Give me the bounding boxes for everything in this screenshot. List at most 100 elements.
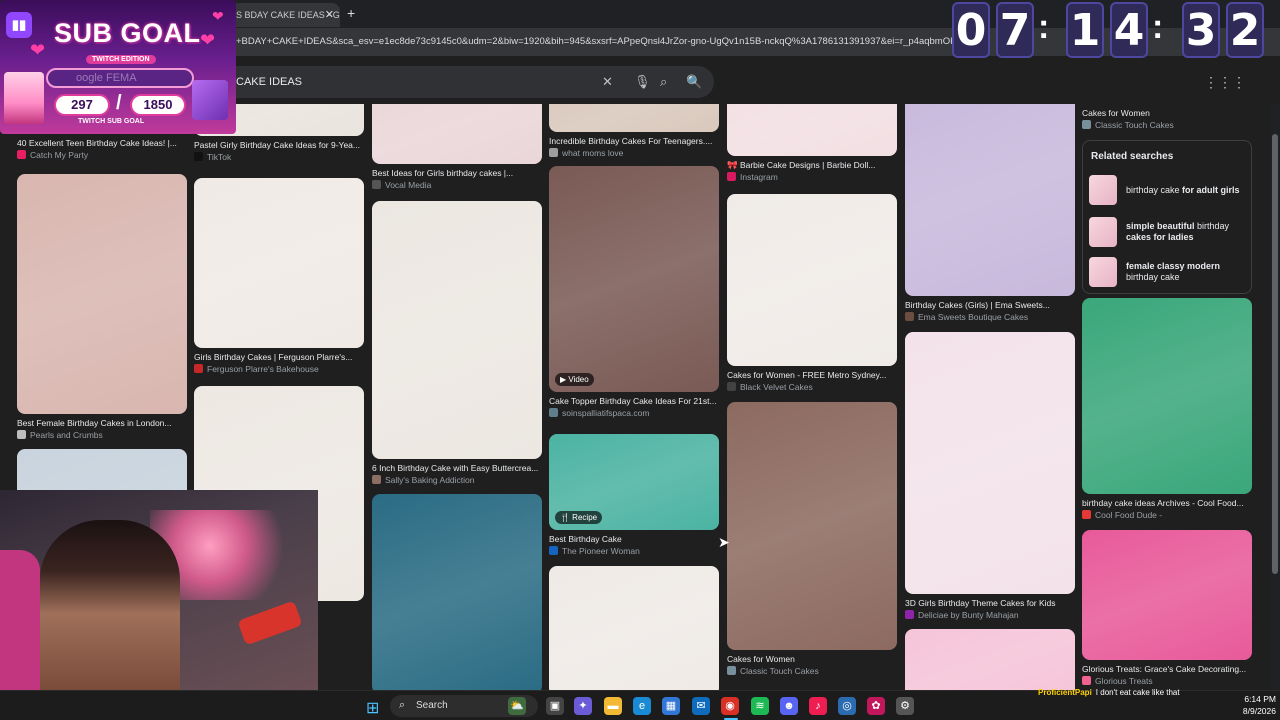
result-source[interactable]: The Pioneer Woman [549, 546, 719, 556]
image-result-card[interactable]: Best Female Birthday Cakes in London... P… [17, 174, 187, 444]
obs-icon[interactable]: ◎ [838, 697, 856, 715]
result-thumbnail[interactable] [372, 104, 542, 164]
result-thumbnail[interactable] [905, 332, 1075, 594]
result-source[interactable]: Sally's Baking Addiction [372, 475, 542, 485]
chrome-icon[interactable]: ◉ [721, 697, 739, 715]
result-source[interactable]: Ferguson Plarre's Bakehouse [194, 364, 364, 374]
result-thumbnail[interactable] [727, 104, 897, 156]
result-source[interactable]: Black Velvet Cakes [727, 382, 897, 392]
result-thumbnail[interactable] [549, 566, 719, 690]
windows-start-icon[interactable]: ⊞ [366, 698, 379, 718]
image-result-card[interactable]: Glorious Treats: Grace's Cake Decorating… [1082, 530, 1252, 690]
image-result-card[interactable]: 🍴 Recipe Best Birthday Cake The Pioneer Wo… [549, 434, 719, 560]
result-thumbnail[interactable]: 🍴 Recipe [549, 434, 719, 530]
system-clock[interactable]: 6:14 PM 8/9/2026 [1228, 693, 1276, 717]
result-thumbnail[interactable] [194, 178, 364, 348]
result-caption[interactable]: Girls Birthday Cakes | Ferguson Plarre's… [194, 352, 364, 362]
result-thumbnail[interactable] [372, 201, 542, 459]
result-source[interactable]: Catch My Party [17, 150, 187, 160]
result-source[interactable]: Pearls and Crumbs [17, 430, 187, 440]
result-source[interactable]: Ema Sweets Boutique Cakes [905, 312, 1075, 322]
result-source[interactable]: soinspalliatifspaca.com [549, 408, 719, 418]
related-search-item[interactable]: birthday cake for adult girls [1089, 175, 1247, 207]
result-thumbnail[interactable] [17, 174, 187, 414]
result-caption[interactable]: birthday cake ideas Archives - Cool Food… [1082, 498, 1252, 508]
related-search-item[interactable]: simple beautiful birthday cakes for ladi… [1089, 217, 1247, 249]
image-result-card[interactable]: Incredible Birthday Cakes For Teenagers.… [549, 104, 719, 162]
image-result-card[interactable] [905, 629, 1075, 690]
result-caption[interactable]: Pastel Girly Birthday Cake Ideas for 9-Y… [194, 140, 364, 150]
result-caption[interactable]: Best Birthday Cake [549, 534, 719, 544]
result-caption[interactable]: Best Female Birthday Cakes in London... [17, 418, 187, 428]
result-thumbnail[interactable]: ▶ Video [549, 166, 719, 392]
outlook-icon[interactable]: ✉ [692, 697, 710, 715]
image-result-card[interactable]: Birthday Cakes (Girls) | Ema Sweets... Em… [905, 104, 1075, 326]
lens-icon[interactable]: ⌕ [660, 74, 667, 90]
discord-icon[interactable]: ☻ [780, 697, 798, 715]
image-result-card[interactable]: birthday cake ideas Archives - Cool Food… [1082, 298, 1252, 524]
image-result-card[interactable]: Cakes for Women Classic Touch Cakes [1082, 104, 1252, 134]
result-thumbnail[interactable] [372, 494, 542, 690]
result-thumbnail[interactable] [1082, 298, 1252, 494]
image-result-card[interactable]: Cakes for Women - FREE Metro Sydney... Bl… [727, 194, 897, 396]
result-thumbnail[interactable] [1082, 530, 1252, 660]
result-thumbnail[interactable] [727, 402, 897, 650]
close-tab-icon[interactable]: ✕ [325, 8, 334, 21]
task-view-icon[interactable]: ▣ [546, 697, 564, 715]
result-source[interactable]: TikTok [194, 152, 364, 162]
image-result-card[interactable] [372, 494, 542, 690]
result-caption[interactable]: Cakes for Women [1082, 108, 1252, 118]
result-source[interactable]: Instagram [727, 172, 897, 182]
file-explorer-icon[interactable]: ▬ [604, 697, 622, 715]
tool-icon[interactable]: ⚙ [896, 697, 914, 715]
result-thumbnail[interactable] [549, 104, 719, 132]
result-thumbnail[interactable] [727, 194, 897, 366]
spotify-icon[interactable]: ≋ [751, 697, 769, 715]
image-result-card[interactable]: Best Ideas for Girls birthday cakes |...… [372, 104, 542, 194]
store-icon[interactable]: ▦ [662, 697, 680, 715]
image-result-card[interactable]: Girls Birthday Cakes | Ferguson Plarre's… [194, 178, 364, 378]
result-caption[interactable]: 6 Inch Birthday Cake with Easy Buttercre… [372, 463, 542, 473]
image-result-card[interactable]: ▶ Video Cake Topper Birthday Cake Ideas F… [549, 166, 719, 422]
result-source[interactable]: Classic Touch Cakes [1082, 120, 1252, 130]
result-caption[interactable]: Glorious Treats: Grace's Cake Decorating… [1082, 664, 1252, 674]
result-source[interactable]: Vocal Media [372, 180, 542, 190]
image-result-card[interactable]: 3D Girls Birthday Theme Cakes for Kids De… [905, 332, 1075, 624]
result-source[interactable]: Deliciae by Bunty Mahajan [905, 610, 1075, 620]
result-thumbnail[interactable] [905, 629, 1075, 690]
result-caption[interactable]: 40 Excellent Teen Birthday Cake Ideas! |… [17, 138, 187, 148]
image-result-card[interactable] [549, 566, 719, 690]
edge-icon[interactable]: e [633, 697, 651, 715]
clear-search-icon[interactable]: ✕ [602, 74, 613, 90]
image-result-card[interactable]: 🎀 Barbie Cake Designs | Barbie Doll... In… [727, 104, 897, 186]
result-caption[interactable]: 🎀 Barbie Cake Designs | Barbie Doll... [727, 160, 897, 171]
browser-tab[interactable]: S BDAY CAKE IDEAS - G ✕ [230, 3, 340, 27]
image-result-card[interactable]: 6 Inch Birthday Cake with Easy Buttercre… [372, 201, 542, 489]
result-caption[interactable]: Birthday Cakes (Girls) | Ema Sweets... [905, 300, 1075, 310]
related-search-item[interactable]: female classy modern birthday cake [1089, 257, 1247, 289]
result-source[interactable]: Glorious Treats [1082, 676, 1252, 686]
widgets-icon[interactable]: ⛅ [508, 697, 526, 715]
copilot-icon[interactable]: ✦ [574, 697, 592, 715]
image-result-card[interactable]: Cakes for Women Classic Touch Cakes [727, 402, 897, 680]
result-thumbnail[interactable] [905, 104, 1075, 296]
result-source[interactable]: Cool Food Dude - [1082, 510, 1252, 520]
scrollbar-thumb[interactable] [1272, 134, 1278, 574]
google-apps-icon[interactable]: ⋮⋮⋮ [1204, 74, 1246, 91]
result-caption[interactable]: Cakes for Women - FREE Metro Sydney... [727, 370, 897, 380]
tiktok-icon[interactable]: ♪ [809, 697, 827, 715]
result-caption[interactable]: Best Ideas for Girls birthday cakes |... [372, 168, 542, 178]
app-icon[interactable]: ✿ [867, 697, 885, 715]
result-source[interactable]: Classic Touch Cakes [727, 666, 897, 676]
result-caption[interactable]: Cake Topper Birthday Cake Ideas For 21st… [549, 396, 719, 406]
new-tab-button[interactable]: + [347, 5, 355, 21]
result-caption[interactable]: Cakes for Women [727, 654, 897, 664]
page-scrollbar[interactable] [1270, 104, 1280, 690]
result-caption[interactable]: 3D Girls Birthday Theme Cakes for Kids [905, 598, 1075, 608]
search-query-text[interactable]: CAKE IDEAS [236, 76, 302, 88]
result-source[interactable]: what moms love [549, 148, 719, 158]
result-caption[interactable]: Incredible Birthday Cakes For Teenagers.… [549, 136, 719, 146]
microphone-icon[interactable]: 🎙 [634, 74, 651, 90]
search-icon[interactable]: 🔍 [686, 74, 702, 90]
search-input[interactable]: CAKE IDEAS ✕ 🎙 ⌕ 🔍 [200, 66, 714, 98]
